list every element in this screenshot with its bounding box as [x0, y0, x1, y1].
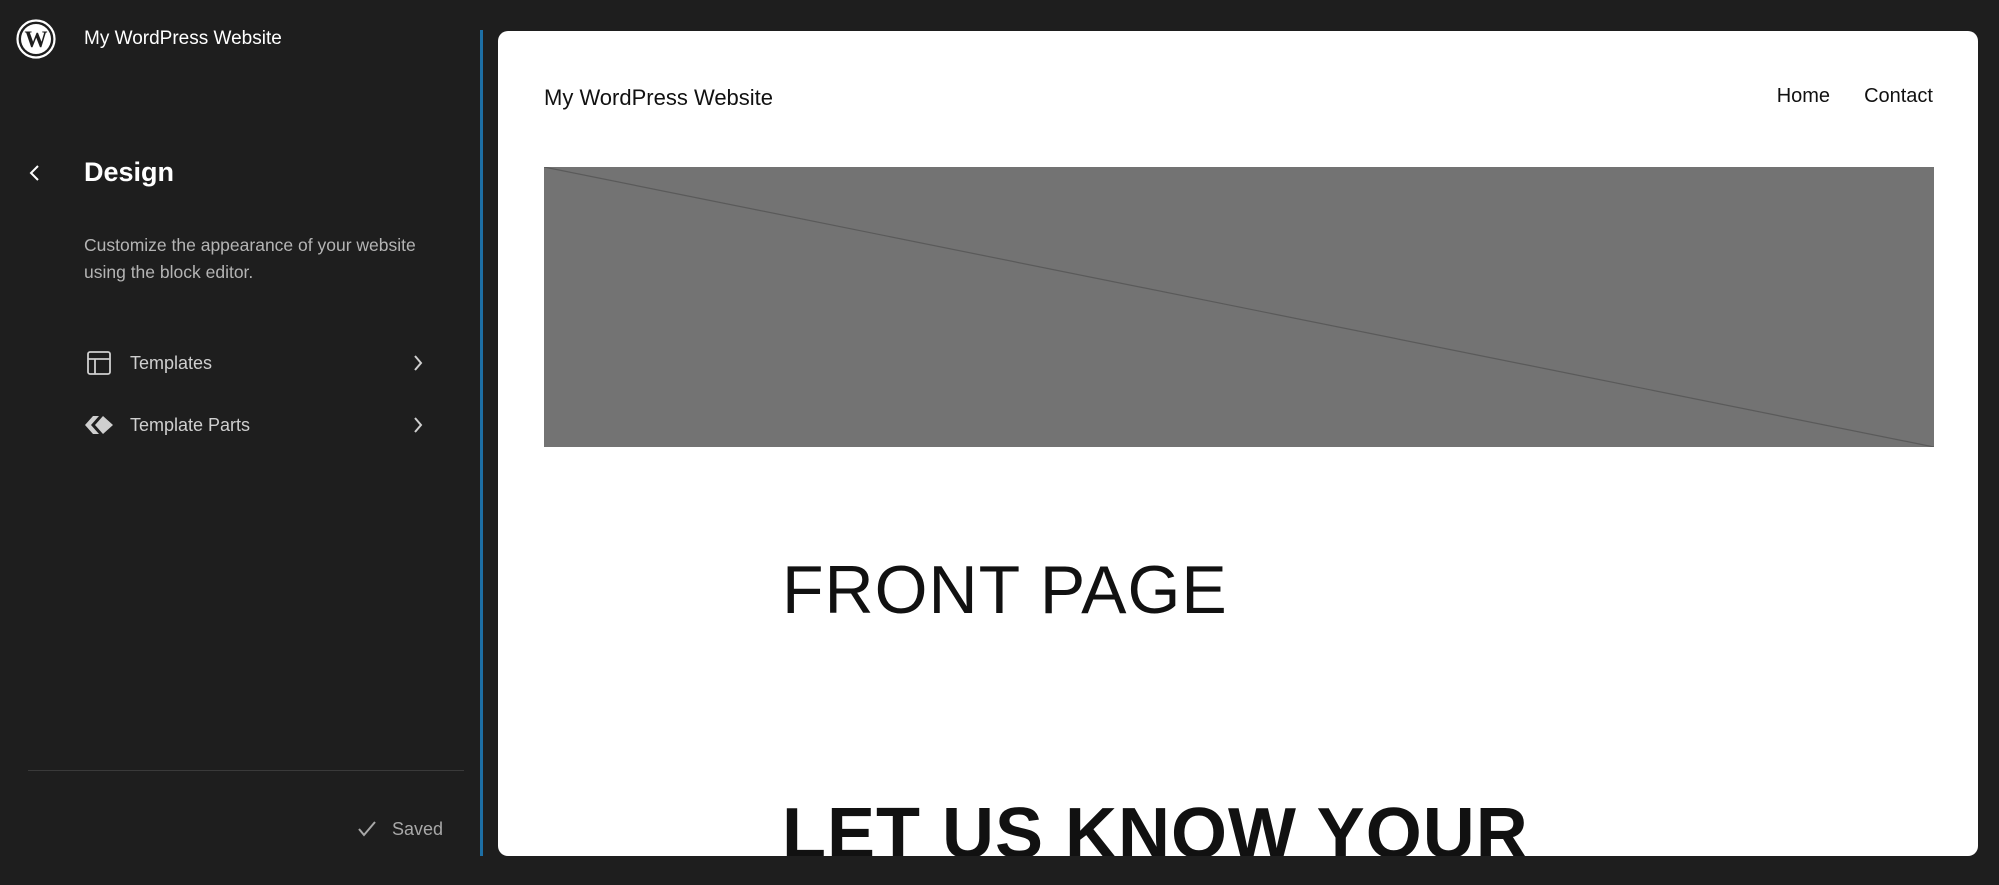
section-description: Customize the appearance of your website… — [84, 235, 416, 282]
site-editor-sidebar: W My WordPress Website Design Customize … — [0, 0, 480, 885]
svg-text:W: W — [25, 27, 48, 52]
nav-item-templates[interactable]: Templates — [84, 340, 428, 386]
save-status-label: Saved — [392, 818, 444, 839]
check-icon — [356, 818, 378, 840]
site-preview-canvas[interactable]: My WordPress Website Home Contact FRONT … — [498, 31, 1978, 856]
preview-navigation: Home Contact — [1777, 85, 1933, 108]
preview-section-heading: LET US KNOW YOUR — [782, 794, 1529, 856]
wordpress-logo-icon[interactable]: W — [16, 19, 56, 59]
section-title: Design — [84, 157, 175, 187]
preview-nav-contact[interactable]: Contact — [1864, 85, 1933, 108]
save-status: Saved — [356, 818, 443, 840]
cover-image-placeholder — [544, 167, 1934, 447]
symbol-filled-icon — [84, 410, 114, 440]
preview-site-title[interactable]: My WordPress Website — [544, 85, 773, 111]
preview-page-heading: FRONT PAGE — [782, 552, 1228, 628]
nav-item-label: Template Parts — [130, 414, 251, 435]
back-button[interactable] — [20, 158, 50, 188]
nav-item-template-parts[interactable]: Template Parts — [84, 402, 428, 448]
layout-icon — [84, 348, 114, 378]
canvas-resize-handle[interactable] — [480, 30, 483, 856]
placeholder-diagonal-icon — [544, 167, 1934, 447]
site-name[interactable]: My WordPress Website — [84, 28, 282, 50]
preview-nav-home[interactable]: Home — [1777, 85, 1830, 108]
chevron-right-icon — [408, 413, 428, 437]
sidebar-divider — [28, 770, 464, 771]
chevron-left-icon — [29, 165, 39, 181]
nav-item-label: Templates — [130, 352, 213, 373]
chevron-right-icon — [408, 351, 428, 375]
